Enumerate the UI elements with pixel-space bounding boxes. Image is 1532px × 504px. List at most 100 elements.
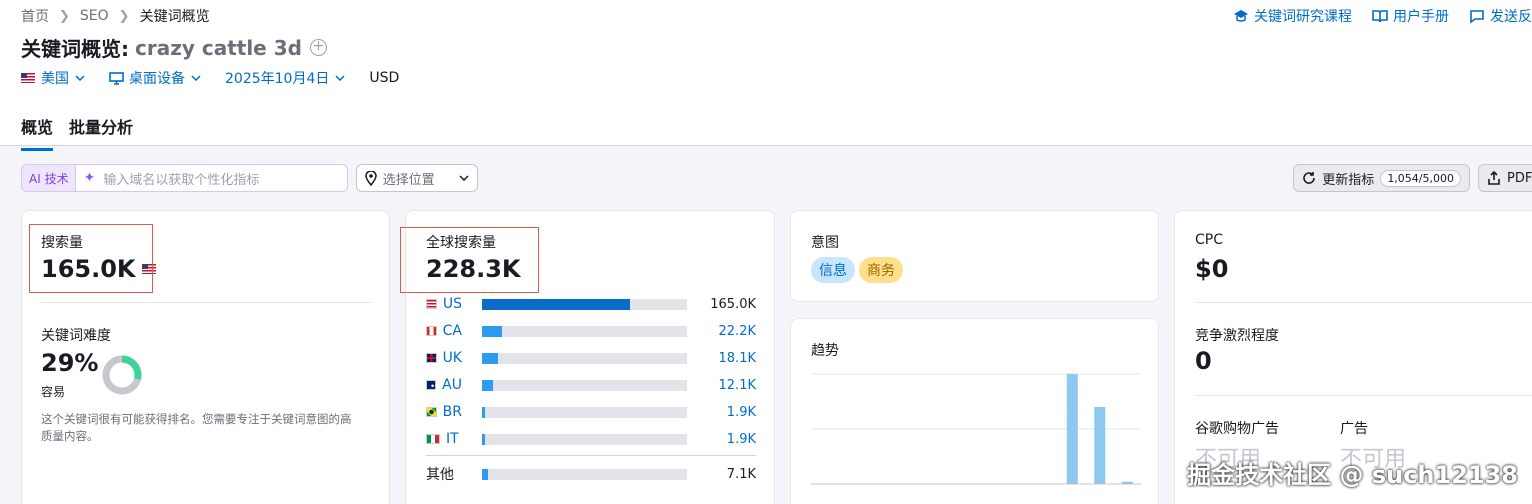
global-volume-card: 全球搜索量 228.3K US 165.0K CA 22.2K UK 18.1K AU 12.… [400,210,775,504]
other-value: 7.1K [726,466,756,482]
trend-chart [811,373,1141,485]
graduation-cap-icon [1234,10,1248,22]
tab-bar: 概览 批量分析 [21,114,149,151]
country-row-au: AU 12.1K [426,375,756,395]
other-bar [482,468,687,480]
country-code[interactable]: IT [426,431,462,447]
intent-badges: 信息 商务 [811,257,907,283]
divider [1195,302,1532,303]
tab-overview[interactable]: 概览 [21,114,54,151]
chevron-down-icon [335,75,345,81]
location-select-label: 选择位置 [382,172,435,188]
desktop-icon [109,71,124,85]
country-select[interactable]: 美国 [21,68,85,88]
feedback-link[interactable]: 发送反 [1469,6,1532,26]
pdf-label: PDF [1507,170,1532,186]
country-bar-fill [482,406,485,418]
flag-us-icon [426,299,437,309]
tab-bulk-analysis[interactable]: 批量分析 [69,114,133,151]
title-prefix: 关键词概览: [21,37,129,61]
country-value: 165.0K [710,296,756,312]
manual-link[interactable]: 用户手册 [1372,6,1449,26]
country-bar [482,325,687,337]
breadcrumb-home[interactable]: 首页 [21,6,49,26]
competition-value: 0 [1195,347,1212,375]
country-row-br: BR 1.9K [426,402,756,422]
country-row-us: US 165.0K [426,294,756,314]
flag-ca-icon [426,326,437,336]
filter-bar: 美国 桌面设备 2025年10月4日 USD [21,68,423,88]
country-value[interactable]: 1.9K [727,405,756,420]
difficulty-desc-line1: 这个关键词很有可能获得排名。您需要专注于关键词意图的高 [41,412,352,426]
divider [1195,395,1532,396]
chevron-down-icon [459,175,469,181]
trend-bar[interactable] [1066,374,1078,484]
country-code-label: BR [442,404,462,420]
country-code-label: CA [442,323,462,339]
country-bar [482,433,687,445]
difficulty-desc-line2: 质量内容。 [41,429,99,443]
device-select[interactable]: 桌面设备 [109,68,201,88]
location-select[interactable]: 选择位置 [355,164,478,192]
country-code[interactable]: US [426,296,462,312]
country-code[interactable]: AU [426,377,462,393]
course-link[interactable]: 关键词研究课程 [1233,6,1352,26]
trend-bar[interactable] [1094,407,1106,484]
domain-input[interactable]: ✦ 输入域名以获取个性化指标 [74,165,347,191]
competition-label: 竞争激烈程度 [1195,328,1279,344]
country-bar [482,379,687,391]
cpc-value: $0 [1195,255,1229,283]
intent-badge-commercial: 商务 [859,257,903,283]
chevron-down-icon [75,75,85,81]
breadcrumb: 首页 ❯ SEO ❯ 关键词概览 [21,6,210,26]
feedback-icon [1470,9,1484,24]
country-code[interactable]: UK [426,350,462,366]
ads-label: 广告 [1340,421,1368,437]
ai-domain-box: AI 技术 ✦ 输入域名以获取个性化指标 [21,164,348,192]
update-metrics-button[interactable]: 更新指标 1,054/5,000 [1293,164,1470,192]
country-bar [482,406,687,418]
other-bar-fill [482,468,489,480]
chevron-right-icon: ❯ [118,8,130,24]
refresh-icon [1303,172,1316,184]
country-bar-fill [482,325,502,337]
manual-link-label: 用户手册 [1393,9,1449,25]
country-value[interactable]: 12.1K [719,378,756,393]
difficulty-donut [102,355,142,395]
device-select-label: 桌面设备 [129,71,185,87]
country-bar-fill [482,433,485,445]
page-title: 关键词概览: crazy cattle 3d + [21,33,327,62]
country-bar-fill [482,298,630,310]
pdf-button[interactable]: PDF [1478,164,1532,192]
intent-card: 意图 信息 商务 [790,210,1159,302]
date-select[interactable]: 2025年10月4日 [225,68,345,88]
difficulty-description: 这个关键词很有可能获得排名。您需要专注于关键词意图的高 质量内容。 [41,411,352,445]
update-metrics-label: 更新指标 [1322,172,1375,188]
trend-card: 趋势 [790,318,1159,504]
country-code[interactable]: CA [426,323,462,339]
other-label: 其他 [426,467,454,483]
toolbar: AI 技术 ✦ 输入域名以获取个性化指标 选择位置 [21,164,478,192]
add-to-list-icon[interactable]: + [309,39,327,56]
difficulty-label: 关键词难度 [41,328,111,344]
breadcrumb-current: 关键词概览 [139,9,210,25]
country-code-label: US [442,296,462,312]
country-value[interactable]: 22.2K [719,324,756,339]
sparkle-icon: ✦ [83,170,96,186]
chevron-down-icon [191,75,201,81]
flag-au-icon [426,380,437,390]
country-value[interactable]: 1.9K [727,432,756,447]
intent-label: 意图 [811,235,839,251]
currency-value: USD [369,70,400,86]
country-code-label: UK [442,350,462,366]
country-code[interactable]: BR [426,404,462,420]
trend-bar[interactable] [1121,481,1133,484]
book-icon [1372,10,1388,23]
country-row-other: 其他 7.1K [426,464,756,484]
domain-input-placeholder: 输入域名以获取个性化指标 [103,172,260,188]
location-pin-icon [364,170,377,186]
breadcrumb-seo[interactable]: SEO [80,8,109,24]
country-code-label: AU [442,377,462,393]
ai-label: AI 技术 [29,171,69,186]
country-value[interactable]: 18.1K [719,351,756,366]
